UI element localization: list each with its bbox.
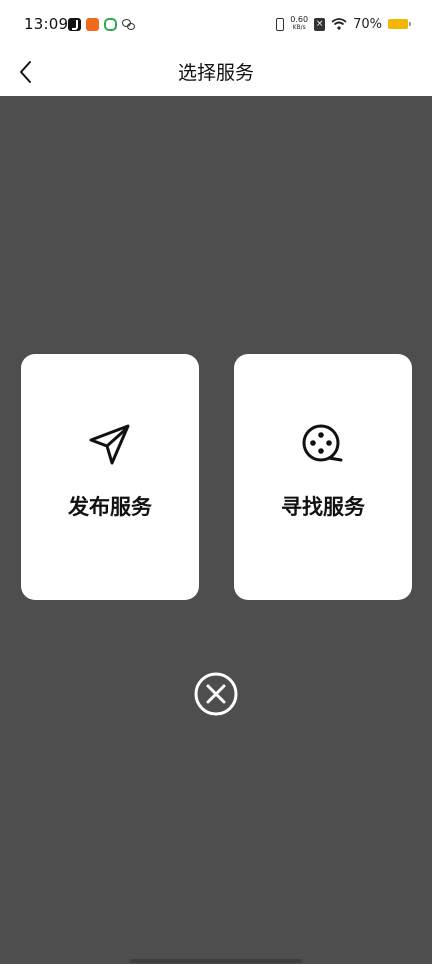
status-time: 13:09 [24, 15, 69, 33]
vibrate-icon [276, 17, 285, 31]
home-indicator[interactable] [130, 959, 302, 963]
network-speed-unit: KB/s [292, 24, 306, 31]
close-button[interactable] [193, 671, 239, 717]
system-icons: 0.60 KB/s × 70% [276, 16, 411, 32]
publish-service-card[interactable]: 发布服务 [21, 354, 199, 600]
find-service-card[interactable]: 寻找服务 [234, 354, 412, 600]
wifi-icon [331, 18, 347, 30]
film-reel-search-icon [299, 420, 347, 468]
publish-service-label: 发布服务 [68, 495, 152, 519]
network-speed: 0.60 KB/s [290, 16, 308, 32]
orange-app-icon [86, 18, 99, 31]
notification-icons [68, 18, 135, 31]
paper-plane-icon [86, 420, 134, 468]
battery-icon [388, 19, 411, 29]
wechat-icon [122, 18, 135, 31]
green-app-icon [104, 18, 117, 31]
nav-bar: 选择服务 [0, 50, 432, 96]
network-speed-value: 0.60 [290, 15, 309, 24]
page-title: 选择服务 [177, 62, 254, 84]
battery-percent: 70% [353, 16, 382, 32]
no-sim-icon: × [314, 17, 326, 31]
status-bar: 13:09 0.60 KB/s × 70% [0, 0, 432, 50]
tiktok-icon [68, 18, 81, 31]
close-circle-icon [194, 672, 238, 716]
find-service-label: 寻找服务 [281, 495, 365, 519]
